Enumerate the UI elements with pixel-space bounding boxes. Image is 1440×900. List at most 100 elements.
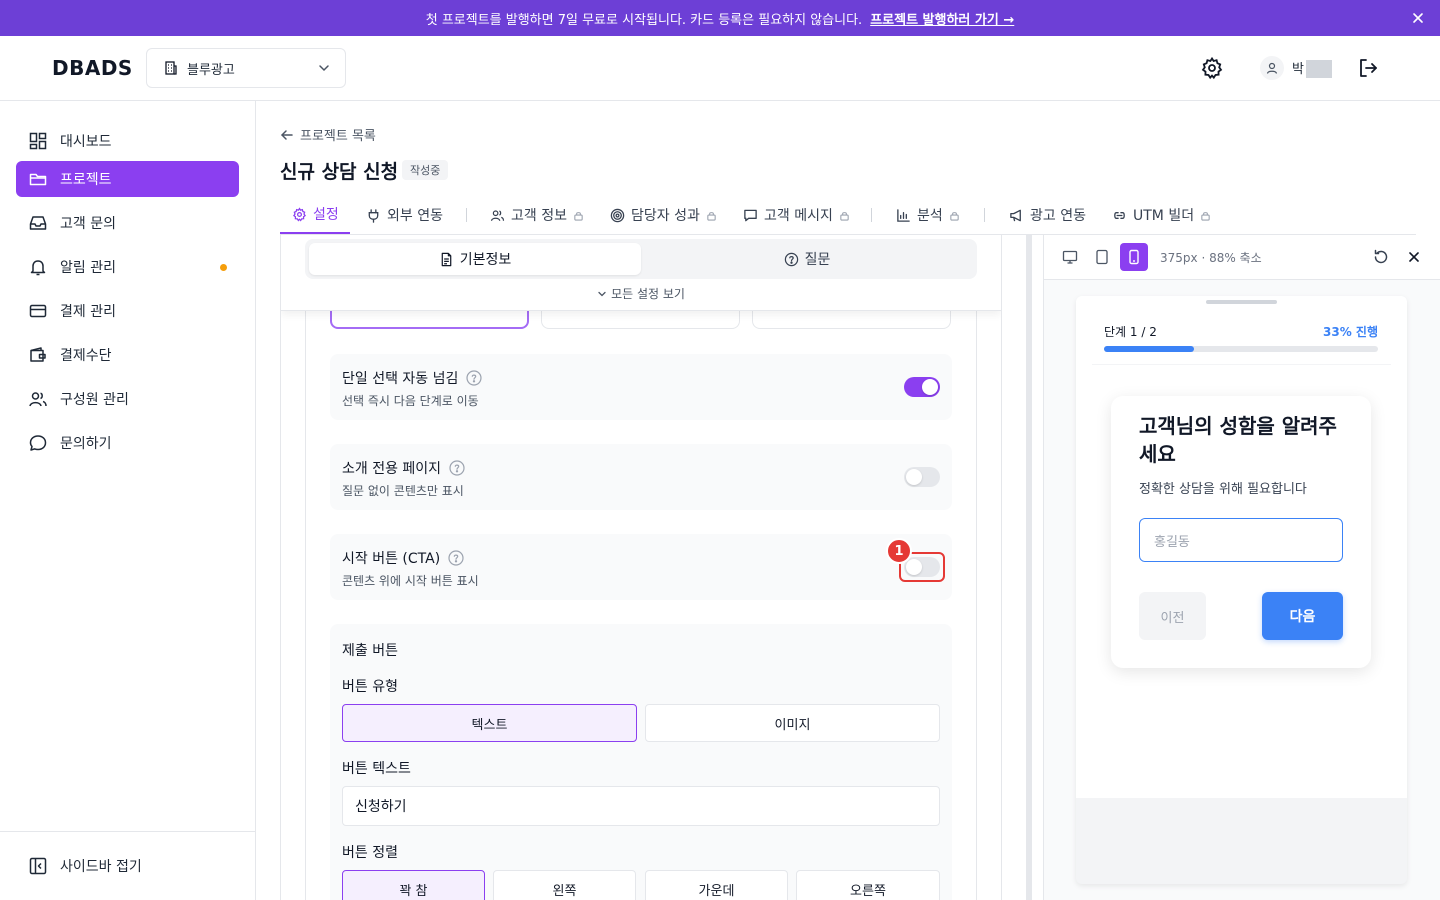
sidebar-item-label: 결제수단 — [60, 348, 112, 364]
tab-agent-performance[interactable]: 담당자 성과 — [610, 196, 717, 234]
button-align-label: 버튼 정렬 — [342, 845, 398, 861]
view-all-settings[interactable]: 모든 설정 보기 — [281, 285, 1001, 302]
align-left[interactable]: 왼쪽 — [493, 870, 636, 900]
name-input[interactable]: 홍길동 — [1139, 518, 1343, 562]
tab-label: UTM 빌더 — [1133, 208, 1195, 224]
section-title: 제출 버튼 — [342, 643, 398, 659]
segment-questions[interactable]: 질문 — [641, 243, 973, 275]
chat-icon — [28, 433, 48, 453]
sidebar-item-label: 대시보드 — [60, 134, 112, 150]
help-icon[interactable] — [448, 550, 464, 566]
button-type-text[interactable]: 텍스트 — [342, 704, 637, 742]
folder-icon — [28, 169, 48, 189]
user-menu[interactable]: 박 — [1260, 56, 1332, 80]
chevron-down-icon — [597, 289, 607, 299]
organization-name: 블루광고 — [187, 62, 235, 78]
logout-icon[interactable] — [1356, 56, 1380, 80]
previous-button[interactable]: 이전 — [1139, 592, 1206, 640]
align-right[interactable]: 오른쪽 — [796, 870, 940, 900]
app-logo[interactable]: DBADS — [52, 56, 133, 80]
lock-icon — [706, 210, 717, 221]
resize-handle[interactable] — [1026, 235, 1032, 900]
promo-banner: 첫 프로젝트를 발행하면 7일 무료로 시작됩니다. 카드 등록은 필요하지 않… — [0, 0, 1440, 36]
align-full[interactable]: 꽉 참 — [342, 870, 485, 900]
progress-fill — [1104, 346, 1195, 352]
building-icon — [163, 60, 179, 76]
setting-description: 질문 없이 콘텐츠만 표시 — [342, 484, 464, 498]
user-initial: 박 — [1292, 61, 1304, 77]
tab-settings[interactable]: 설정 — [280, 196, 350, 234]
option-card[interactable] — [752, 311, 951, 329]
banner-message: 첫 프로젝트를 발행하면 7일 무료로 시작됩니다. 카드 등록은 필요하지 않… — [425, 12, 863, 28]
help-icon[interactable] — [449, 460, 465, 476]
sidebar-item-projects[interactable]: 프로젝트 — [16, 161, 239, 197]
tab-label: 분석 — [917, 208, 943, 224]
gear-icon — [292, 206, 307, 222]
mobile-view-button[interactable] — [1120, 243, 1148, 271]
align-center[interactable]: 가운데 — [645, 870, 788, 900]
back-to-projects-link[interactable]: 프로젝트 목록 — [280, 125, 376, 144]
banner-link[interactable]: 프로젝트 발행하러 가기 → — [870, 9, 1014, 28]
sidebar-collapse-icon — [28, 856, 48, 876]
redacted-name — [1305, 60, 1332, 79]
tab-customer-messages[interactable]: 고객 메시지 — [743, 196, 850, 234]
lock-icon — [839, 210, 850, 221]
sidebar-footer: 사이드바 접기 — [0, 831, 255, 900]
project-tabs: 설정 외부 연동 고객 정보 담당자 성과 고객 메시지 분석 광고 연동 UT… — [280, 196, 1416, 234]
sidebar-item-inquiries[interactable]: 고객 문의 — [16, 205, 239, 241]
sidebar-item-billing[interactable]: 결제 관리 — [16, 293, 239, 329]
inbox-icon — [28, 213, 48, 233]
lock-icon — [949, 210, 960, 221]
arrow-left-icon — [280, 128, 294, 142]
setting-title: 소개 전용 페이지 — [342, 458, 465, 478]
tablet-view-button[interactable] — [1088, 243, 1116, 271]
collapse-label: 사이드바 접기 — [60, 859, 142, 875]
auto-advance-toggle[interactable] — [904, 377, 940, 397]
organization-select[interactable]: 블루광고 — [146, 48, 346, 88]
divider — [1092, 364, 1391, 365]
segment-basic-info[interactable]: 기본정보 — [309, 243, 641, 275]
next-button[interactable]: 다음 — [1262, 592, 1343, 640]
settings-gear-icon[interactable] — [1200, 56, 1224, 80]
tab-ad-integrations[interactable]: 광고 연동 — [1009, 196, 1086, 234]
sidebar-item-members[interactable]: 구성원 관리 — [16, 381, 239, 417]
sidebar-item-label: 프로젝트 — [60, 172, 112, 188]
tablet-icon — [1094, 249, 1110, 265]
close-icon[interactable] — [1410, 10, 1426, 26]
toggle-knob — [922, 379, 938, 395]
close-icon[interactable] — [1406, 249, 1422, 265]
sidebar-item-label: 문의하기 — [60, 436, 112, 452]
desktop-view-button[interactable] — [1056, 243, 1084, 271]
tab-integrations[interactable]: 외부 연동 — [366, 196, 443, 234]
help-icon[interactable] — [466, 370, 482, 386]
setting-title: 시작 버튼 (CTA) — [342, 548, 464, 568]
preview-panel: 375px · 88% 축소 단계 1 / 2 33% 진행 고객님의 성함을 … — [1044, 235, 1440, 900]
intro-page-toggle[interactable] — [904, 467, 940, 487]
sidebar-item-payment-methods[interactable]: 결제수단 — [16, 337, 239, 373]
question-card: 고객님의 성함을 알려주세요 정확한 상담을 위해 필요합니다 홍길동 이전 다… — [1111, 396, 1371, 668]
collapse-sidebar-button[interactable]: 사이드바 접기 — [28, 856, 142, 876]
lock-icon — [573, 210, 584, 221]
settings-editor[interactable]: 기본정보 질문 모든 설정 보기 단일 선택 자동 넘김 선택 즉시 다음 단계… — [280, 235, 1002, 900]
tab-divider — [871, 208, 872, 222]
tab-divider — [984, 208, 985, 222]
tab-utm-builder[interactable]: UTM 빌더 — [1112, 196, 1211, 234]
sidebar: 대시보드 프로젝트 고객 문의 알림 관리 결제 관리 결제수단 구성원 관리 … — [0, 101, 256, 900]
button-text-input[interactable]: 신청하기 — [342, 786, 940, 826]
setting-title-text: 시작 버튼 (CTA) — [342, 551, 441, 567]
avatar — [1260, 56, 1284, 80]
bar-chart-icon — [896, 208, 911, 223]
option-card-selected[interactable] — [330, 311, 529, 329]
button-type-image[interactable]: 이미지 — [645, 704, 940, 742]
target-icon — [610, 208, 625, 223]
option-card[interactable] — [541, 311, 740, 329]
tab-analytics[interactable]: 분석 — [896, 196, 960, 234]
sidebar-item-dashboard[interactable]: 대시보드 — [16, 123, 239, 159]
sidebar-item-alerts[interactable]: 알림 관리 — [16, 249, 239, 285]
sidebar-item-contact[interactable]: 문의하기 — [16, 425, 239, 461]
tab-customer-info[interactable]: 고객 정보 — [490, 196, 584, 234]
lock-icon — [1200, 210, 1211, 221]
refresh-icon[interactable] — [1372, 248, 1390, 266]
tab-divider — [466, 208, 467, 222]
users-icon — [28, 389, 48, 409]
